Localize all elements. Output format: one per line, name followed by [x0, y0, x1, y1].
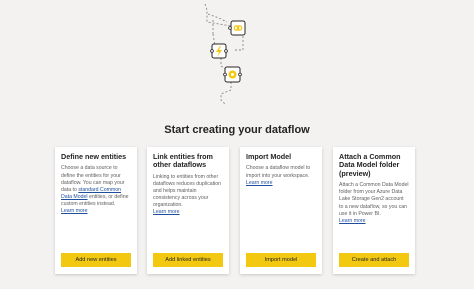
- add-linked-entities-button[interactable]: Add linked entities: [153, 253, 223, 267]
- gear-icon: [223, 66, 242, 83]
- import-model-button[interactable]: Import model: [246, 253, 316, 267]
- card-attach-cdm-folder: Attach a Common Data Model folder (previ…: [333, 147, 415, 274]
- page-title: Start creating your dataflow: [164, 124, 310, 136]
- create-and-attach-button[interactable]: Create and attach: [339, 253, 409, 267]
- card-define-new-entities: Define new entities Choose a data source…: [55, 147, 137, 274]
- card-description: Choose a dataflow model to import into y…: [246, 165, 311, 179]
- card-description: Choose a data source to define the entit…: [61, 165, 131, 208]
- add-new-entities-button[interactable]: Add new entities: [61, 253, 131, 267]
- card-title: Attach a Common Data Model folder (previ…: [339, 152, 401, 178]
- card-import-model: Import Model Choose a dataflow model to …: [240, 147, 322, 274]
- lightning-icon: [210, 43, 228, 59]
- link-icon: [228, 20, 246, 36]
- card-description: Attach a Common Data Model folder from y…: [339, 182, 409, 217]
- learn-more-link[interactable]: Learn more: [339, 218, 409, 225]
- card-title: Define new entities: [61, 152, 127, 161]
- card-description: Linking to entities from other dataflows…: [153, 173, 222, 209]
- learn-more-link[interactable]: Learn more: [61, 208, 131, 215]
- learn-more-link[interactable]: Learn more: [153, 209, 223, 216]
- card-title: Import Model: [246, 152, 292, 161]
- card-link-entities: Link entities from other dataflows Linki…: [147, 147, 229, 274]
- card-title: Link entities from other dataflows: [153, 152, 213, 170]
- dataflow-illustration: [195, 0, 265, 105]
- learn-more-link[interactable]: Learn more: [246, 180, 316, 187]
